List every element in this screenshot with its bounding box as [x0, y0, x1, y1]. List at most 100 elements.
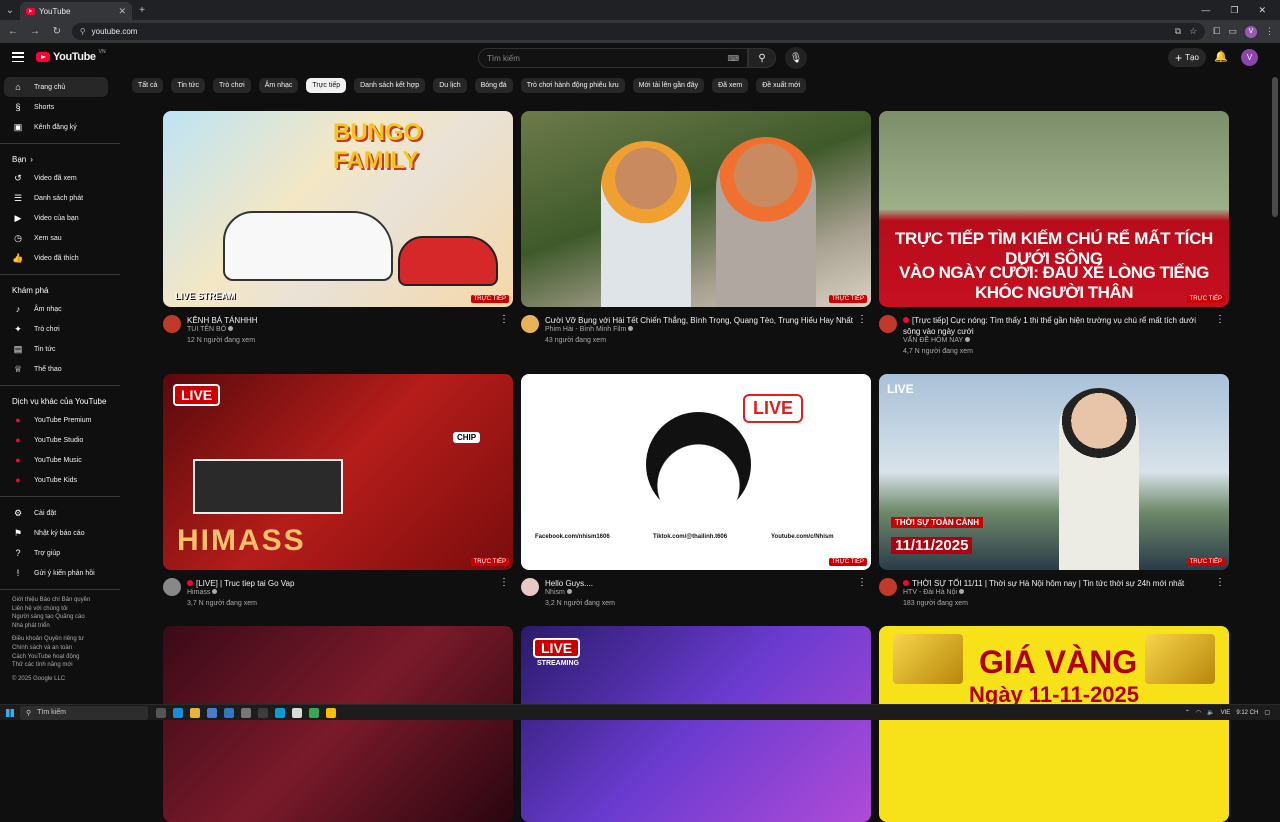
- new-tab-button[interactable]: +: [132, 0, 152, 20]
- sidebar-item-youtube-studio[interactable]: ● YouTube Studio: [4, 430, 108, 450]
- more-options-icon[interactable]: ⋮: [499, 314, 509, 325]
- extensions-icon[interactable]: ⧠: [1213, 26, 1220, 37]
- clock[interactable]: 9:12 CH: [1236, 710, 1258, 716]
- file-explorer-icon[interactable]: [190, 707, 200, 718]
- page-scrollbar[interactable]: [1272, 77, 1278, 217]
- app-icon-2[interactable]: [275, 707, 285, 718]
- footer-links[interactable]: Nhà phát triển: [12, 622, 120, 631]
- sidebar-item-report-history[interactable]: ⚑ Nhật ký báo cáo: [4, 523, 108, 543]
- video-title[interactable]: KÊNH BÁ TÁNHHH: [187, 315, 499, 326]
- tray-up-icon[interactable]: ⌃: [1185, 709, 1190, 716]
- video-thumbnail[interactable]: [163, 626, 513, 822]
- sidebar-item-youtube-music[interactable]: ● YouTube Music: [4, 450, 108, 470]
- video-thumbnail[interactable]: TRỰC TIẾP: [521, 111, 871, 307]
- chip-11[interactable]: Đề xuất mới: [756, 78, 807, 93]
- video-title[interactable]: Hello Guys....: [545, 578, 857, 589]
- sidebar-item-your-videos[interactable]: ▶ Video của bạn: [4, 208, 108, 228]
- channel-name[interactable]: Nhism: [545, 589, 572, 596]
- channel-name[interactable]: TUI TÊN BÔ: [187, 326, 234, 333]
- sidebar-item-youtube-kids[interactable]: ● YouTube Kids: [4, 470, 108, 490]
- channel-avatar[interactable]: [879, 315, 897, 333]
- chip-7[interactable]: Bóng đá: [474, 78, 513, 93]
- sidebar-item-news[interactable]: ▤ Tin tức: [4, 339, 108, 359]
- chip-8[interactable]: Trò chơi hành động phiêu lưu: [520, 78, 625, 93]
- more-options-icon[interactable]: ⋮: [857, 577, 867, 588]
- back-icon[interactable]: ←: [6, 26, 20, 37]
- store-icon[interactable]: [207, 707, 217, 718]
- browser-menu-icon[interactable]: ⋮: [1265, 26, 1274, 37]
- channel-avatar[interactable]: [521, 315, 539, 333]
- youtube-logo[interactable]: YouTube VN: [36, 49, 106, 63]
- chip-2[interactable]: Trò chơi: [213, 78, 251, 93]
- video-thumbnail[interactable]: LIVE THỜI SỰ TOÀN CẢNH 11/11/2025 TRỰC TIẾP: [879, 374, 1229, 570]
- address-bar[interactable]: ⚲ youtube.com ⧉ ☆: [71, 23, 1206, 40]
- chrome-icon[interactable]: [309, 707, 319, 718]
- mail-icon[interactable]: [224, 707, 234, 718]
- footer-links[interactable]: Người sáng tạo Quảng cáo: [12, 613, 120, 622]
- sidebar-item-history[interactable]: ↺ Video đã xem: [4, 168, 108, 188]
- notification-center-icon[interactable]: ▢: [1264, 709, 1270, 716]
- channel-avatar[interactable]: [163, 315, 181, 333]
- chip-6[interactable]: Du lịch: [433, 78, 467, 93]
- video-title[interactable]: [Trực tiếp] Cực nóng: Tìm thấy 1 thi thể…: [903, 315, 1215, 337]
- tab-groups-icon[interactable]: ▭: [1228, 26, 1237, 37]
- browser-profile-avatar[interactable]: V: [1245, 25, 1257, 38]
- chip-5[interactable]: Danh sách kết hợp: [354, 78, 426, 93]
- sidebar-item-settings[interactable]: ⚙ Cài đặt: [4, 503, 108, 523]
- video-title[interactable]: THỜI SỰ TỐI 11/11 | Thời sự Hà Nội hôm n…: [903, 578, 1215, 589]
- chip-3[interactable]: Âm nhạc: [258, 78, 299, 93]
- app-icon-3[interactable]: [292, 707, 302, 718]
- maximize-icon[interactable]: ❐: [1230, 5, 1238, 16]
- sidebar-item-subscriptions[interactable]: ▣ Kênh đăng ký: [4, 117, 108, 137]
- sidebar-item-gaming[interactable]: ✦ Trò chơi: [4, 319, 108, 339]
- bookmark-star-icon[interactable]: ☆: [1189, 26, 1197, 37]
- close-window-icon[interactable]: ✕: [1258, 5, 1266, 16]
- reload-icon[interactable]: ↻: [50, 26, 64, 37]
- browser-tab-youtube[interactable]: YouTube ✕: [20, 2, 132, 20]
- tab-search-icon[interactable]: ⌄: [0, 0, 20, 20]
- footer-links[interactable]: Thử các tính năng mới: [12, 661, 120, 670]
- search-button[interactable]: ⚲: [748, 48, 776, 68]
- video-thumbnail[interactable]: TRỰC TIẾP TÌM KIẾM CHÚ RỂ MẤT TÍCH DƯỚI …: [879, 111, 1229, 307]
- video-thumbnail[interactable]: GIÁ VÀNG Ngày 11-11-2025: [879, 626, 1229, 822]
- footer-links[interactable]: Giới thiệu Báo chí Bản quyền: [12, 596, 120, 605]
- more-options-icon[interactable]: ⋮: [499, 577, 509, 588]
- settings-app-icon[interactable]: [241, 707, 251, 718]
- channel-name[interactable]: Himass: [187, 589, 218, 596]
- sidebar-item-liked-videos[interactable]: 👍 Video đã thích: [4, 248, 108, 268]
- taskbar-search-input[interactable]: ⚲ Tìm kiếm: [20, 705, 148, 720]
- footer-links[interactable]: Chính sách và an toàn: [12, 644, 120, 653]
- minimize-icon[interactable]: —: [1201, 5, 1210, 16]
- app-icon-1[interactable]: [258, 707, 268, 718]
- video-thumbnail[interactable]: BUNGO FAMILY LIVE STREAM TRỰC TIẾP: [163, 111, 513, 307]
- sidebar-item-watch-later[interactable]: ◷ Xem sau: [4, 228, 108, 248]
- language-indicator[interactable]: VIE: [1221, 710, 1231, 716]
- video-thumbnail[interactable]: LIVE Facebook.com/nhism1606 Tiktok.com/@th…: [521, 374, 871, 570]
- voice-search-button[interactable]: 🎙: [785, 47, 807, 69]
- chrome-active-icon[interactable]: [326, 707, 336, 718]
- create-button[interactable]: + Tạo: [1168, 48, 1206, 67]
- channel-avatar[interactable]: [521, 578, 539, 596]
- chip-9[interactable]: Mới tải lên gần đây: [632, 78, 705, 93]
- more-options-icon[interactable]: ⋮: [1215, 314, 1225, 325]
- sidebar-item-sports[interactable]: ♕ Thể thao: [4, 359, 108, 379]
- sidebar-item-shorts[interactable]: § Shorts: [4, 97, 108, 117]
- taskview-icon[interactable]: [156, 707, 166, 718]
- footer-links[interactable]: Cách YouTube hoạt động: [12, 653, 120, 662]
- user-avatar[interactable]: V: [1241, 49, 1258, 66]
- video-title[interactable]: [LIVE] | Truc tiep tai Go Vap: [187, 578, 499, 589]
- sidebar-item-help[interactable]: ? Trợ giúp: [4, 543, 108, 563]
- video-thumbnail[interactable]: LIVE STREAMING: [521, 626, 871, 822]
- edge-icon[interactable]: [173, 707, 183, 718]
- volume-icon[interactable]: 🔈: [1207, 709, 1214, 716]
- more-options-icon[interactable]: ⋮: [857, 314, 867, 325]
- video-title[interactable]: Cười Vỡ Bụng với Hài Tết Chiến Thắng, Bì…: [545, 315, 857, 326]
- sidebar-item-youtube-premium[interactable]: ● YouTube Premium: [4, 410, 108, 430]
- keyboard-icon[interactable]: ⌨: [727, 54, 739, 63]
- more-options-icon[interactable]: ⋮: [1215, 577, 1225, 588]
- cast-icon[interactable]: ⧉: [1175, 26, 1181, 37]
- channel-avatar[interactable]: [163, 578, 181, 596]
- chip-1[interactable]: Tin tức: [171, 78, 205, 93]
- chip-0[interactable]: Tất cả: [132, 78, 164, 93]
- sidebar-section-you[interactable]: Bạn ›: [0, 150, 120, 168]
